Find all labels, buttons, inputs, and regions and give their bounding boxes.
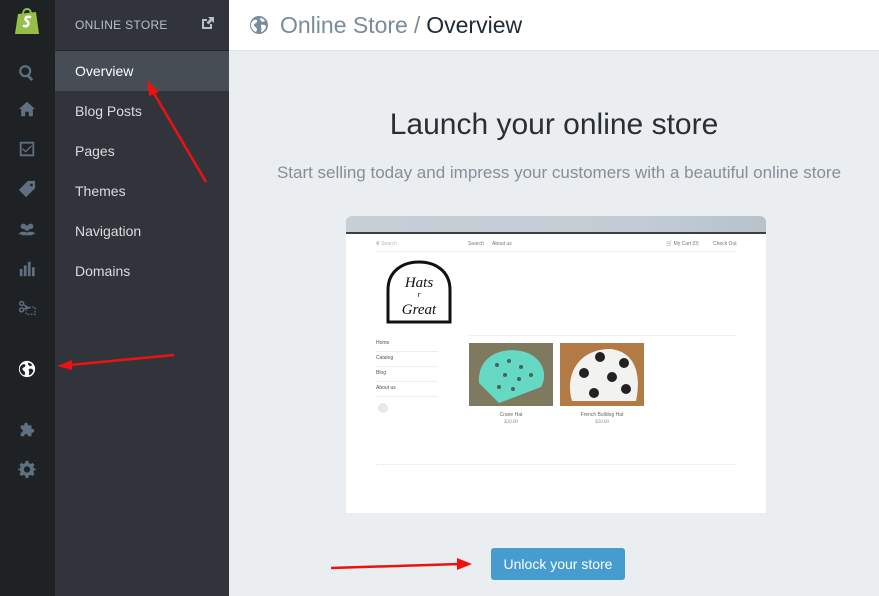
crane-hat-image — [469, 343, 553, 406]
breadcrumb-separator: / — [413, 11, 421, 38]
puzzle-icon[interactable] — [16, 418, 38, 440]
subnav-item-pages[interactable]: Pages — [55, 131, 229, 171]
external-link-icon[interactable] — [201, 16, 215, 30]
preview-menu-item: Blog — [376, 367, 438, 382]
main-content: Launch your online store Start selling t… — [229, 52, 879, 596]
subnav-item-overview[interactable]: Overview — [55, 51, 229, 91]
preview-product: Crane Hat $20.00 — [469, 343, 553, 425]
preview-menu-item: Catalog — [376, 352, 438, 367]
globe-icon — [249, 15, 269, 35]
store-preview-image: ⚲ Search Search About us 🛒 My Cart (0) C… — [346, 216, 766, 513]
preview-nav-about: About us — [492, 241, 512, 247]
subnav-item-domains[interactable]: Domains — [55, 251, 229, 291]
svg-text:Great: Great — [402, 302, 437, 318]
reports-icon[interactable] — [16, 258, 38, 280]
svg-text:Hats: Hats — [404, 275, 434, 291]
rss-icon — [378, 403, 388, 413]
customers-icon[interactable] — [16, 218, 38, 240]
preview-menu-item: About us — [376, 382, 438, 397]
product-name: French Bulldog Hat — [580, 412, 624, 418]
preview-menu: Home Catalog Blog About us — [376, 337, 438, 397]
preview-search: ⚲ Search — [376, 241, 397, 247]
preview-browser-chrome — [346, 216, 766, 234]
subnav-item-themes[interactable]: Themes — [55, 171, 229, 211]
tag-icon[interactable] — [16, 178, 38, 200]
hats-r-great-logo: Hats r Great — [384, 260, 454, 324]
globe-icon[interactable] — [16, 358, 38, 380]
product-name: Crane Hat — [499, 412, 523, 418]
page-title: Overview — [426, 11, 523, 38]
subnav-header: ONLINE STORE — [55, 0, 229, 51]
orders-icon[interactable] — [16, 138, 38, 160]
preview-footer-divider — [376, 464, 736, 465]
preview-cart: 🛒 My Cart (0) — [666, 241, 699, 247]
subnav-title: ONLINE STORE — [75, 18, 168, 32]
preview-nav-search: Search — [468, 241, 484, 247]
preview-product: French Bulldog Hat $20.00 — [560, 343, 644, 425]
search-icon[interactable] — [16, 62, 38, 84]
product-price: $20.00 — [504, 420, 518, 425]
preview-nav: ⚲ Search Search About us 🛒 My Cart (0) C… — [376, 238, 737, 252]
home-icon[interactable] — [16, 98, 38, 120]
preview-divider — [468, 335, 736, 336]
gear-icon[interactable] — [16, 458, 38, 480]
discounts-icon[interactable] — [16, 297, 38, 319]
page-header: Online Store / Overview — [229, 0, 879, 51]
subnav-item-blog-posts[interactable]: Blog Posts — [55, 91, 229, 131]
breadcrumb-parent[interactable]: Online Store — [280, 12, 408, 39]
french-bulldog-hat-image — [560, 343, 644, 406]
launch-heading: Launch your online store — [389, 108, 719, 141]
unlock-store-button[interactable]: Unlock your store — [491, 548, 625, 580]
launch-subtitle: Start selling today and impress your cus… — [276, 163, 842, 182]
subnav-item-navigation[interactable]: Navigation — [55, 211, 229, 251]
preview-checkout: Check Out — [713, 241, 737, 247]
icon-rail — [0, 0, 55, 596]
preview-menu-item: Home — [376, 337, 438, 352]
product-price: $20.00 — [595, 420, 609, 425]
shopify-logo-icon[interactable] — [13, 6, 41, 36]
online-store-subnav: ONLINE STORE Overview Blog Posts Pages T… — [55, 0, 229, 596]
